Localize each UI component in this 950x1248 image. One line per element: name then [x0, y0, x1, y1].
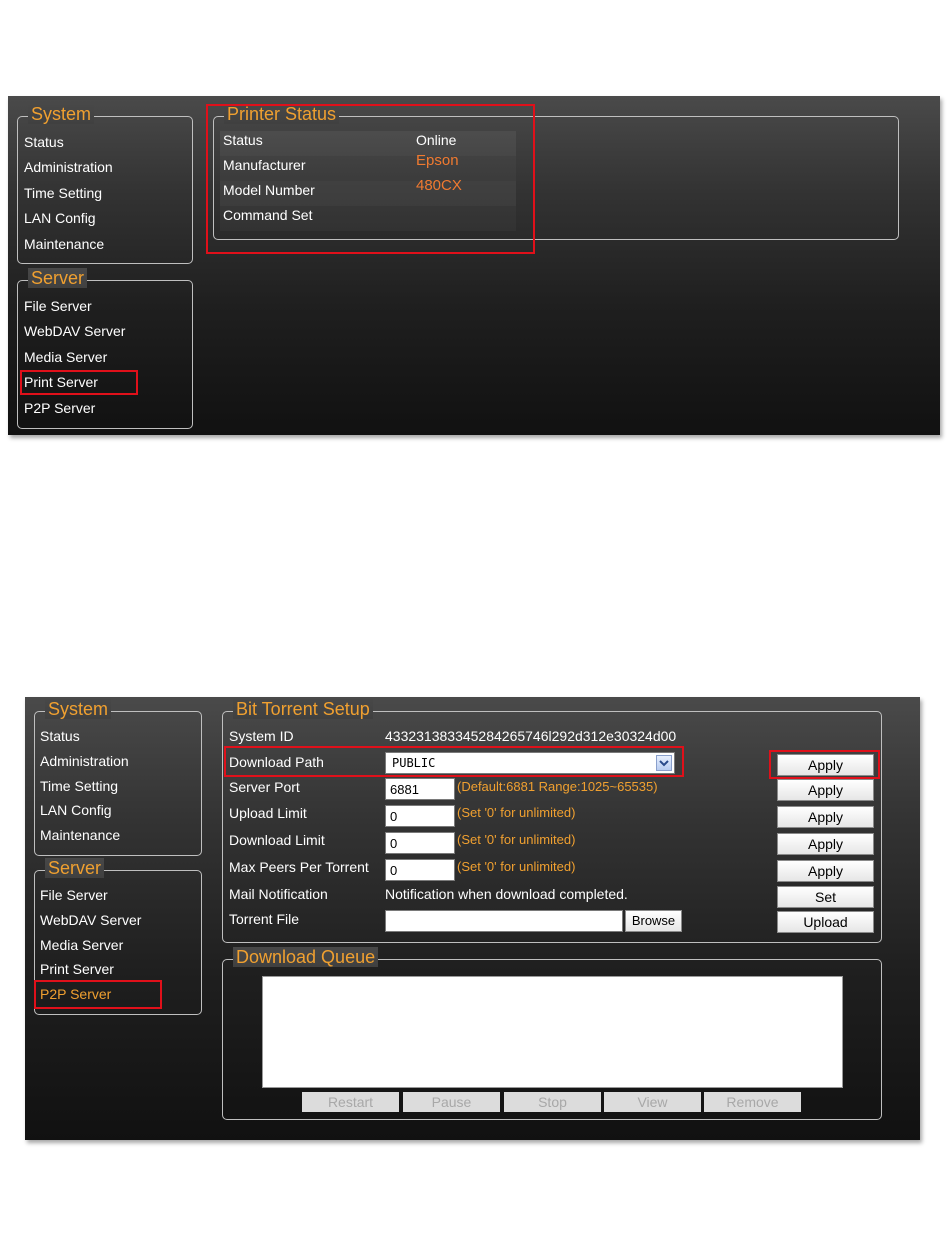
manufacturer-value: Epson — [416, 152, 459, 169]
download-path-label: Download Path — [229, 754, 324, 770]
model-number-value: 480CX — [416, 177, 462, 194]
upload-limit-label: Upload Limit — [229, 805, 307, 821]
server-port-hint: (Default:6881 Range:1025~65535) — [457, 779, 658, 794]
nav-status[interactable]: Status — [24, 133, 64, 151]
upload-limit-input[interactable] — [385, 805, 455, 827]
printer-status-title: Printer Status — [224, 104, 340, 124]
remove-button[interactable]: Remove — [704, 1092, 801, 1112]
server-port-input[interactable] — [385, 778, 455, 800]
nav-time-setting[interactable]: Time Setting — [24, 184, 102, 202]
status-row-band — [220, 131, 516, 156]
nav-media-server[interactable]: Media Server — [40, 936, 123, 954]
download-queue-title: Download Queue — [233, 947, 379, 967]
nav-file-server[interactable]: File Server — [40, 886, 108, 904]
nav-lan-config[interactable]: LAN Config — [40, 801, 112, 819]
pause-button[interactable]: Pause — [403, 1092, 500, 1112]
nav-print-server[interactable]: Print Server — [40, 960, 114, 978]
bit-torrent-setup-title: Bit Torrent Setup — [233, 699, 373, 719]
set-mail-notification-button[interactable]: Set — [777, 886, 874, 908]
system-id-label: System ID — [229, 728, 294, 744]
apply-download-path-button[interactable]: Apply — [777, 754, 874, 776]
system-group-title: System — [45, 699, 112, 719]
chevron-down-icon[interactable] — [656, 755, 672, 771]
nav-p2p-server[interactable]: P2P Server — [40, 985, 111, 1003]
command-set-label: Command Set — [223, 207, 313, 223]
server-group-title: Server — [45, 858, 105, 878]
nav-media-server[interactable]: Media Server — [24, 348, 107, 366]
nav-p2p-server[interactable]: P2P Server — [24, 399, 95, 417]
apply-download-limit-button[interactable]: Apply — [777, 833, 874, 855]
mail-notification-label: Mail Notification — [229, 886, 328, 902]
browse-button[interactable]: Browse — [625, 910, 682, 932]
upload-torrent-button[interactable]: Upload — [777, 911, 874, 933]
download-limit-input[interactable] — [385, 832, 455, 854]
nav-administration[interactable]: Administration — [40, 752, 129, 770]
server-port-label: Server Port — [229, 779, 300, 795]
nav-file-server[interactable]: File Server — [24, 297, 92, 315]
max-peers-label: Max Peers Per Torrent — [229, 859, 369, 875]
status-value: Online — [416, 132, 457, 148]
upload-limit-hint: (Set '0' for unlimited) — [457, 805, 576, 820]
nav-maintenance[interactable]: Maintenance — [40, 826, 120, 844]
apply-upload-limit-button[interactable]: Apply — [777, 806, 874, 828]
nav-webdav-server[interactable]: WebDAV Server — [40, 911, 141, 929]
mail-notification-value: Notification when download completed. — [385, 886, 628, 902]
server-group-title: Server — [28, 268, 88, 288]
max-peers-input[interactable] — [385, 859, 455, 881]
download-limit-label: Download Limit — [229, 832, 325, 848]
system-id-value: 433231383345284265746l292d312e30324d00 — [385, 728, 677, 744]
bittorrent-setup-screenshot: System Status Administration Time Settin… — [25, 697, 920, 1140]
download-path-selected: PUBLIC — [392, 756, 436, 770]
printer-status-screenshot: System Status Administration Time Settin… — [8, 96, 940, 435]
torrent-file-input[interactable] — [385, 910, 623, 932]
nav-webdav-server[interactable]: WebDAV Server — [24, 322, 125, 340]
torrent-file-label: Torrent File — [229, 911, 300, 927]
max-peers-hint: (Set '0' for unlimited) — [457, 859, 576, 874]
nav-status[interactable]: Status — [40, 727, 80, 745]
manufacturer-label: Manufacturer — [223, 157, 306, 173]
model-number-label: Model Number — [223, 182, 315, 198]
restart-button[interactable]: Restart — [302, 1092, 399, 1112]
status-label: Status — [223, 132, 263, 148]
nav-lan-config[interactable]: LAN Config — [24, 209, 96, 227]
nav-time-setting[interactable]: Time Setting — [40, 777, 118, 795]
apply-server-port-button[interactable]: Apply — [777, 779, 874, 801]
system-group-title: System — [28, 104, 95, 124]
download-path-select[interactable]: PUBLIC — [385, 752, 675, 774]
download-queue-list[interactable] — [262, 976, 843, 1088]
view-button[interactable]: View — [604, 1092, 701, 1112]
nav-maintenance[interactable]: Maintenance — [24, 235, 104, 253]
stop-button[interactable]: Stop — [504, 1092, 601, 1112]
download-limit-hint: (Set '0' for unlimited) — [457, 832, 576, 847]
nav-administration[interactable]: Administration — [24, 158, 113, 176]
apply-max-peers-button[interactable]: Apply — [777, 860, 874, 882]
nav-print-server[interactable]: Print Server — [24, 373, 98, 391]
